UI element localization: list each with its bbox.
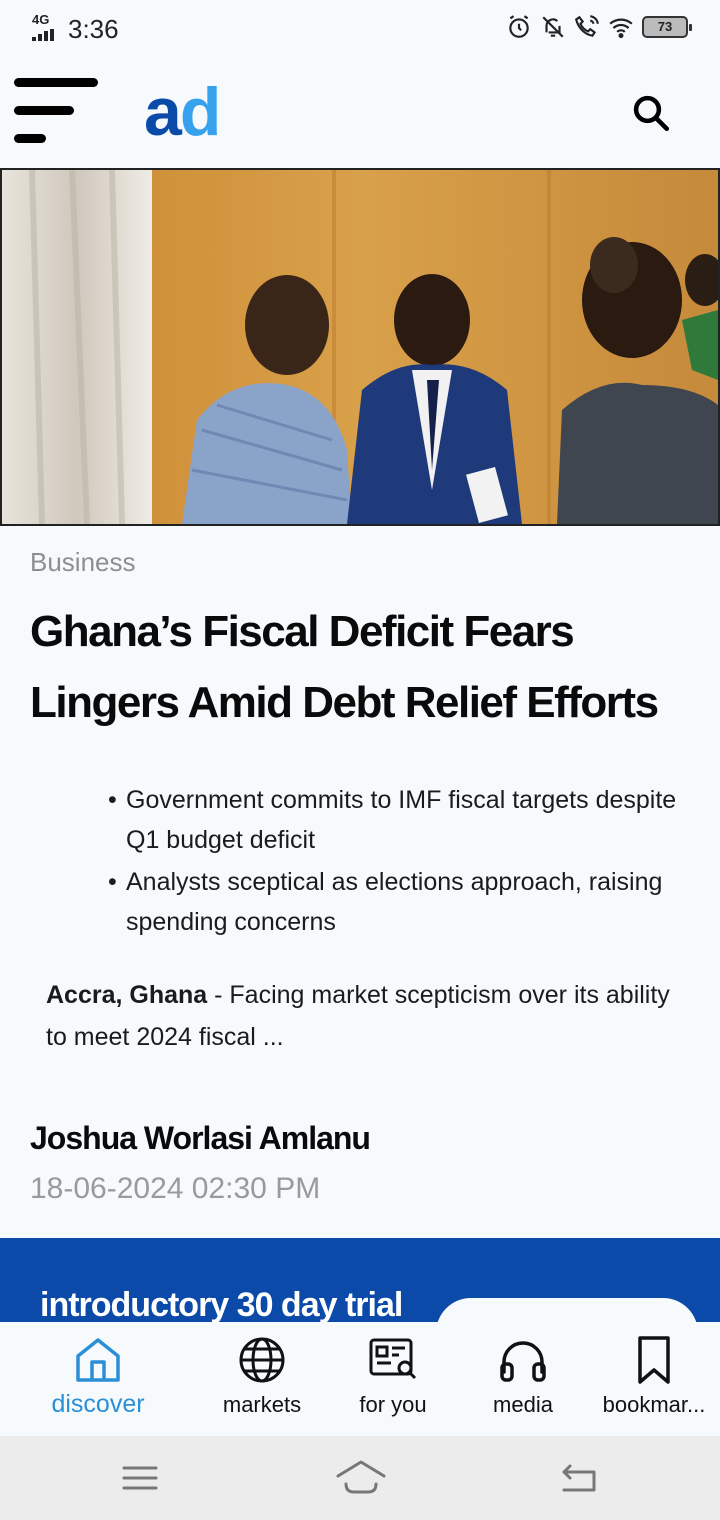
highlight-item: Government commits to IMF fiscal targets… <box>108 780 688 860</box>
app-logo[interactable]: ad <box>144 78 221 146</box>
photo-illustration <box>2 170 718 524</box>
clock: 3:36 <box>68 14 119 44</box>
battery-icon: 73 <box>642 16 692 38</box>
article-headline[interactable]: Ghana’s Fiscal Deficit Fears Lingers Ami… <box>30 596 700 738</box>
promo-cta-button[interactable] <box>436 1298 698 1322</box>
home-icon <box>76 1338 120 1382</box>
status-bar: 4G 3:36 73 <box>0 0 720 58</box>
nav-markets[interactable]: markets <box>206 1334 318 1418</box>
status-icons: 73 <box>506 14 692 40</box>
news-search-icon <box>369 1338 417 1380</box>
promo-text: introductory 30 day trial <box>40 1286 403 1322</box>
article-date: 18-06-2024 02:30 PM <box>30 1172 321 1205</box>
alarm-icon <box>509 15 529 38</box>
article-lede[interactable]: Accra, Ghana - Facing market scepticism … <box>46 974 686 1058</box>
menu-icon[interactable] <box>14 78 100 148</box>
search-icon[interactable] <box>630 92 672 134</box>
network-type: 4G <box>32 12 50 27</box>
article-author[interactable]: Joshua Worlasi Amlanu <box>30 1120 371 1157</box>
app-header: ad <box>0 58 720 168</box>
nav-discover[interactable]: discover <box>36 1334 160 1419</box>
home-button-icon[interactable] <box>334 1456 388 1500</box>
subscription-promo-banner[interactable]: introductory 30 day trial <box>0 1238 720 1322</box>
wifi-icon <box>609 18 633 39</box>
article-category[interactable]: Business <box>30 547 136 578</box>
wifi-call-icon <box>574 15 599 37</box>
nav-label: discover <box>51 1390 145 1418</box>
article-highlights: Government commits to IMF fiscal targets… <box>108 780 688 944</box>
bottom-navigation: discover markets for you media bookmar..… <box>0 1322 720 1436</box>
headphones-icon <box>500 1341 546 1382</box>
highlight-item: Analysts sceptical as elections approach… <box>108 862 688 942</box>
signal-icon <box>32 29 54 41</box>
article-hero-image[interactable] <box>0 168 720 526</box>
network-indicator: 4G <box>32 12 54 41</box>
nav-label: markets <box>222 1392 302 1417</box>
dateline-place: Accra, Ghana <box>46 981 208 1009</box>
globe-icon <box>239 1337 285 1383</box>
system-navigation-bar <box>0 1436 720 1520</box>
nav-label: bookmar... <box>602 1392 706 1417</box>
back-button-icon[interactable] <box>556 1456 600 1500</box>
nav-label: media <box>493 1392 553 1417</box>
recent-apps-icon[interactable] <box>120 1456 160 1500</box>
logo-letter-a: a <box>144 74 182 150</box>
bookmark-icon <box>638 1336 670 1384</box>
logo-letter-d: d <box>179 74 222 150</box>
nav-bookmarks[interactable]: bookmar... <box>596 1334 712 1418</box>
nav-for-you[interactable]: for you <box>340 1334 446 1418</box>
mute-icon <box>542 16 564 38</box>
nav-media[interactable]: media <box>474 1334 572 1418</box>
nav-label: for you <box>359 1392 427 1417</box>
